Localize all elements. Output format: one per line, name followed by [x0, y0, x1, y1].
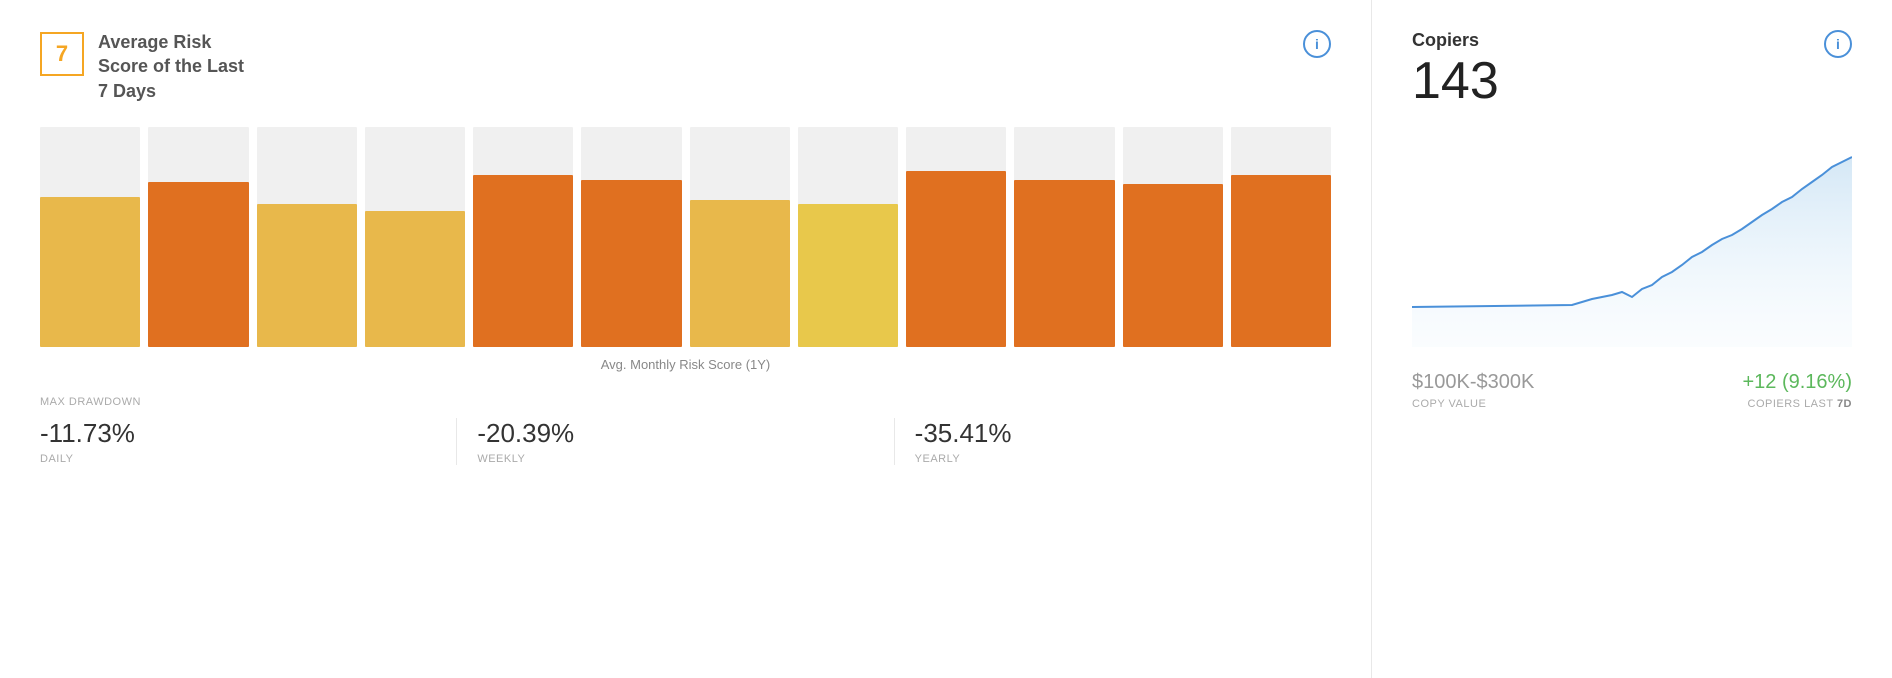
copiers-change-section: +12 (9.16%) COPIERS LAST 7D — [1742, 371, 1852, 410]
title-line1: Average Risk — [98, 32, 211, 52]
bar-item — [257, 127, 357, 347]
copy-value-section: $100K-$300K COPY VALUE — [1412, 371, 1534, 410]
copiers-header-left: Copiers 143 — [1412, 30, 1499, 123]
bar-item — [1231, 127, 1331, 347]
copiers-change-label: COPIERS LAST 7D — [1742, 398, 1852, 410]
left-panel-header: 7 Average Risk Score of the Last 7 Days … — [40, 30, 1331, 103]
drawdown-values: -11.73% DAILY -20.39% WEEKLY -35.41% YEARLY — [40, 418, 1331, 465]
right-panel-header: Copiers 143 i — [1412, 30, 1852, 123]
copiers-chart — [1412, 147, 1852, 347]
score-badge-container: 7 Average Risk Score of the Last 7 Days — [40, 30, 244, 103]
right-info-icon[interactable]: i — [1824, 30, 1852, 58]
bar-item — [365, 127, 465, 347]
bar-chart — [40, 127, 1331, 347]
drawdown-section-label: MAX DRAWDOWN — [40, 396, 1331, 408]
bar-item — [906, 127, 1006, 347]
drawdown-value: -11.73% — [40, 418, 436, 449]
bar-item — [1123, 127, 1223, 347]
bar-item — [690, 127, 790, 347]
bar-chart-section: Avg. Monthly Risk Score (1Y) — [40, 127, 1331, 376]
drawdown-item: -20.39% WEEKLY — [457, 418, 894, 465]
drawdown-period: WEEKLY — [477, 453, 873, 465]
bar-item — [581, 127, 681, 347]
drawdown-period: YEARLY — [915, 453, 1311, 465]
drawdown-item: -35.41% YEARLY — [895, 418, 1331, 465]
bar-item — [798, 127, 898, 347]
bar-item — [148, 127, 248, 347]
drawdown-item: -11.73% DAILY — [40, 418, 457, 465]
drawdown-value: -20.39% — [477, 418, 873, 449]
chart-label: Avg. Monthly Risk Score (1Y) — [40, 357, 1331, 376]
copiers-change-label-bold: 7D — [1837, 398, 1852, 410]
risk-score-badge: 7 — [40, 32, 84, 76]
copiers-change-label-prefix: COPIERS LAST — [1748, 398, 1837, 410]
drawdown-period: DAILY — [40, 453, 436, 465]
copiers-bottom-stats: $100K-$300K COPY VALUE +12 (9.16%) COPIE… — [1412, 371, 1852, 410]
bar-item — [473, 127, 573, 347]
copiers-change-value: +12 (9.16%) — [1742, 371, 1852, 394]
title-line3: 7 Days — [98, 81, 156, 101]
left-panel: 7 Average Risk Score of the Last 7 Days … — [0, 0, 1372, 678]
bar-item — [1014, 127, 1114, 347]
bar-item — [40, 127, 140, 347]
copiers-count: 143 — [1412, 55, 1499, 107]
copy-value-label: COPY VALUE — [1412, 398, 1534, 410]
title-line2: Score of the Last — [98, 56, 244, 76]
panel-title: Average Risk Score of the Last 7 Days — [98, 30, 244, 103]
drawdown-section: MAX DRAWDOWN -11.73% DAILY -20.39% WEEKLY -3… — [40, 396, 1331, 465]
right-panel: Copiers 143 i $100K-$300K COPY VALUE +12… — [1372, 0, 1892, 678]
drawdown-value: -35.41% — [915, 418, 1311, 449]
copiers-label: Copiers — [1412, 30, 1499, 51]
copy-value-amount: $100K-$300K — [1412, 371, 1534, 394]
left-info-icon[interactable]: i — [1303, 30, 1331, 58]
